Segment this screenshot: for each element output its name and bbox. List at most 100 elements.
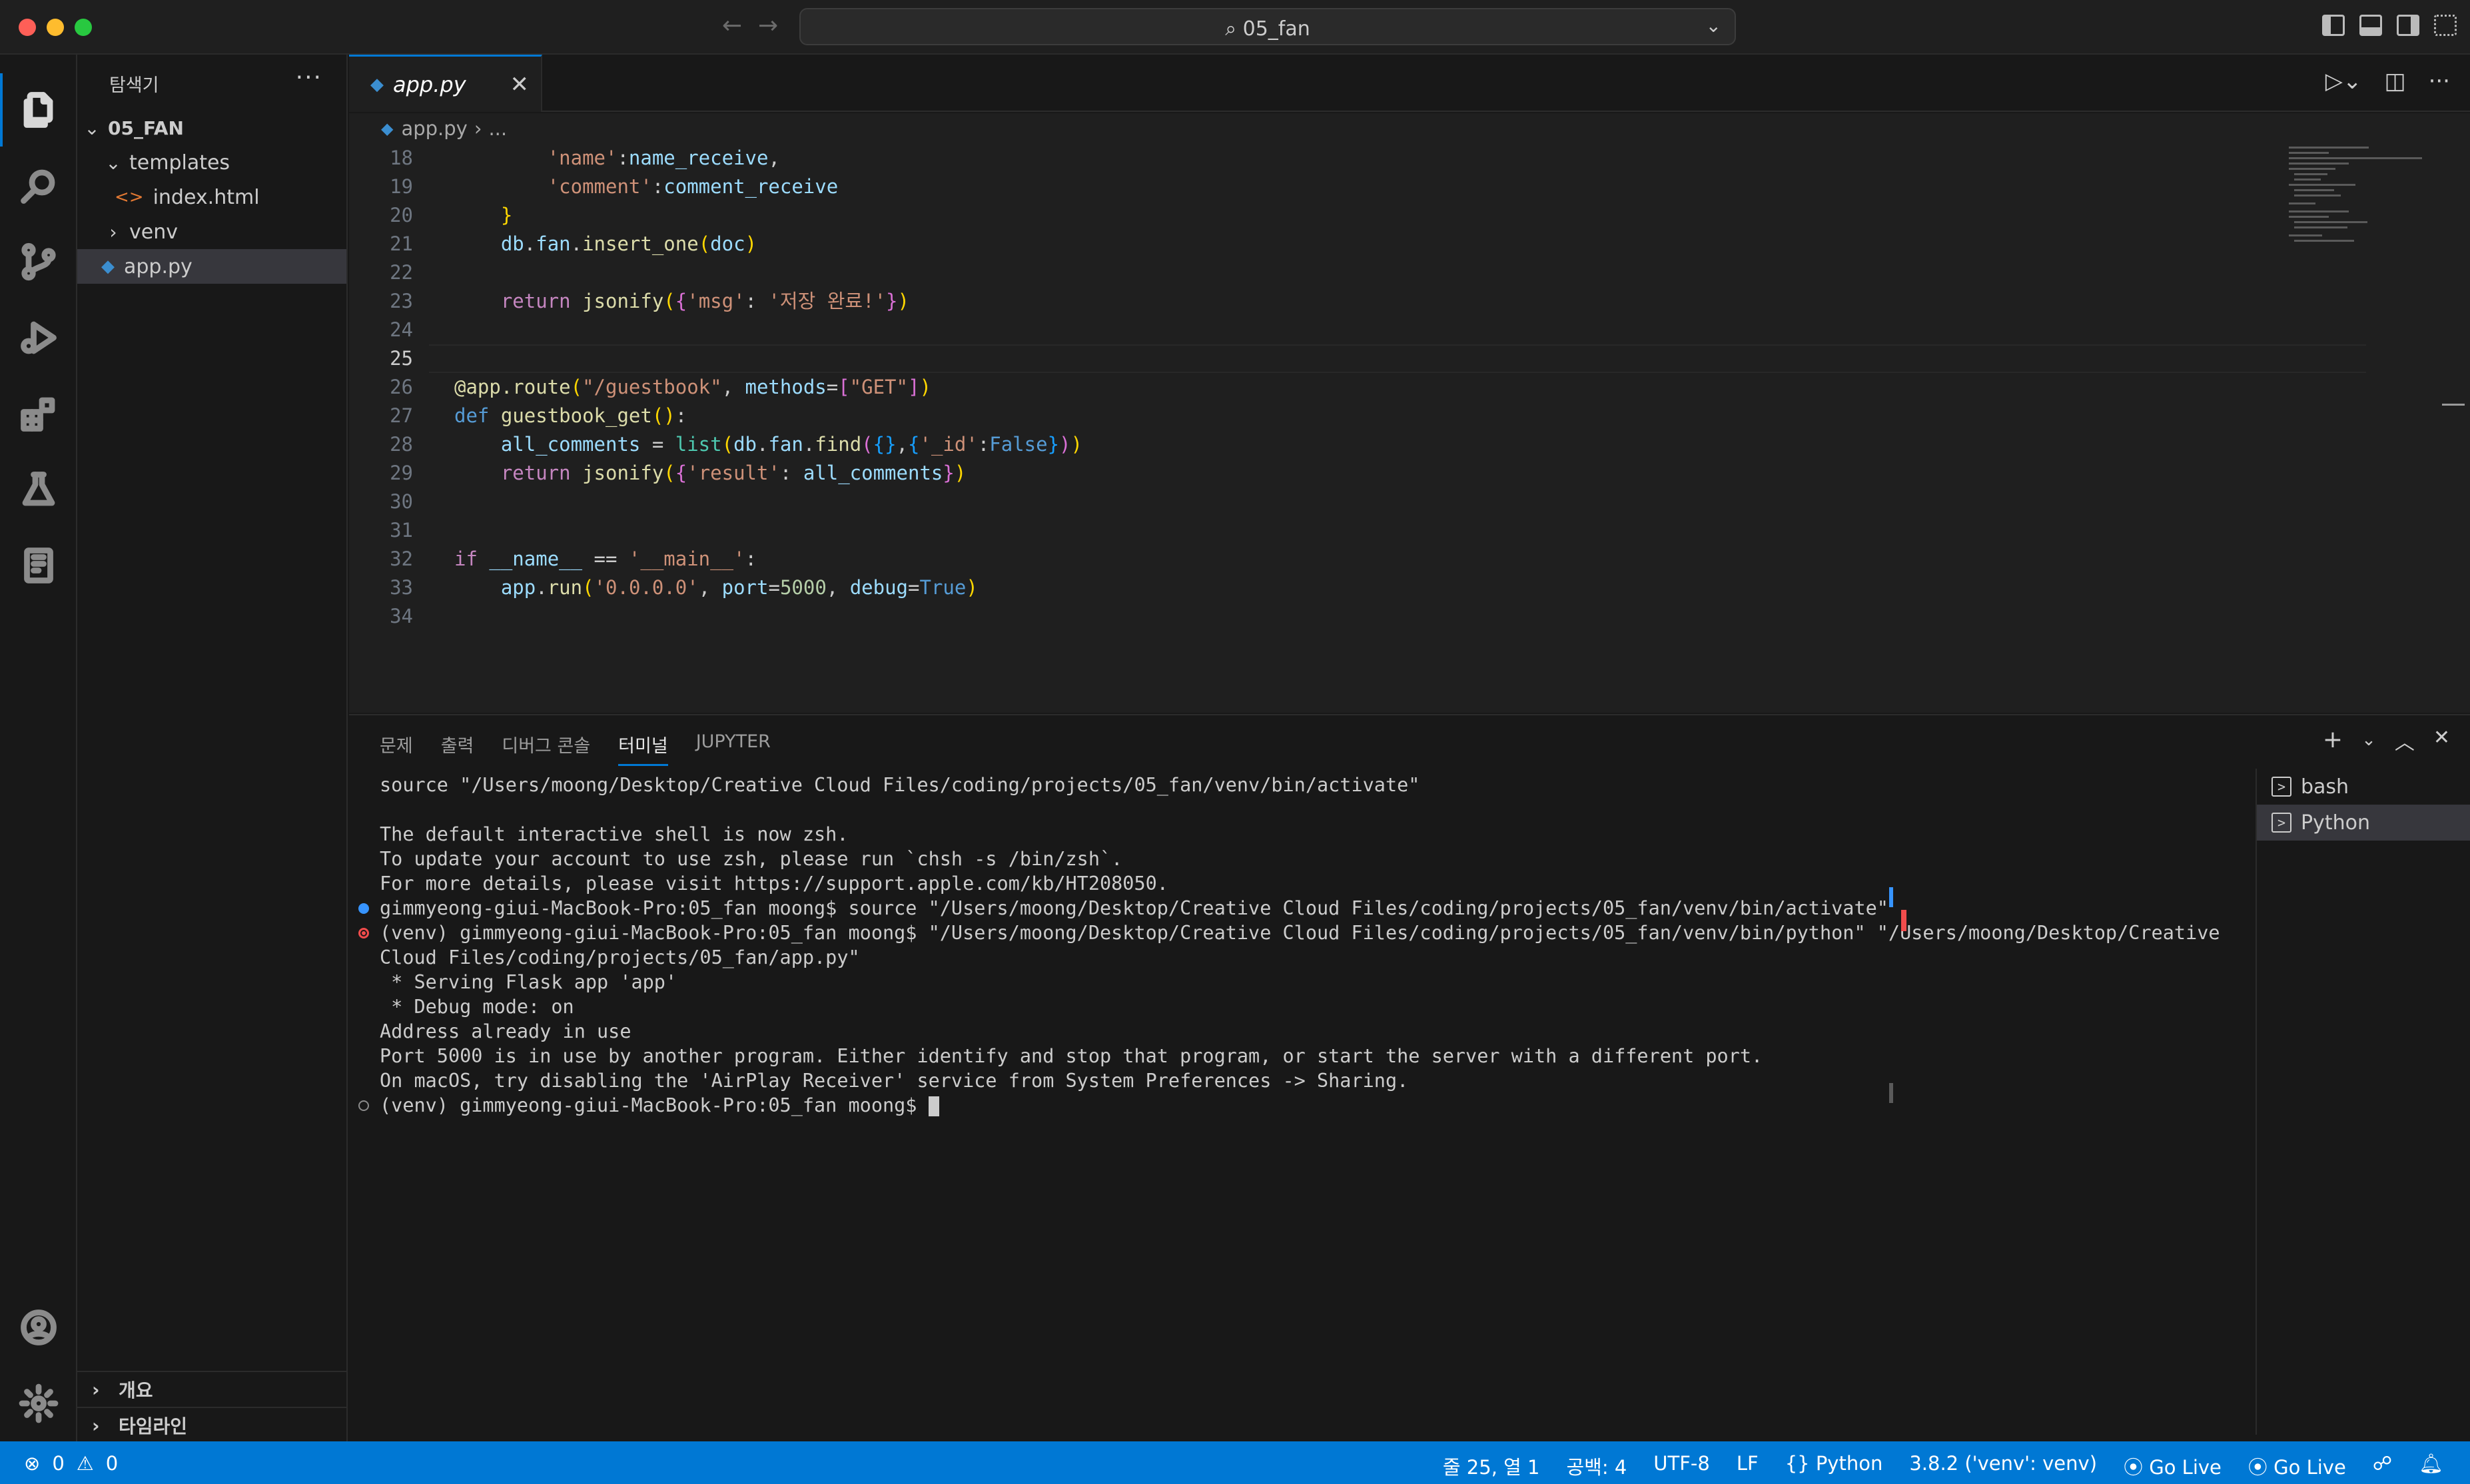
minimize-window-button[interactable] [47, 19, 64, 36]
toggle-panel-icon[interactable] [2359, 15, 2382, 36]
accounts-icon[interactable] [0, 1291, 77, 1364]
tab-jupyter[interactable]: JUPYTER [696, 731, 771, 766]
gear-icon[interactable] [0, 1367, 77, 1440]
extensions-icon[interactable] [0, 377, 77, 450]
terminal-line: gimmyeong-giui-MacBook-Pro:05_fan moong$… [380, 897, 1888, 919]
code-line[interactable]: 34 [349, 602, 2470, 631]
close-window-button[interactable] [19, 19, 36, 36]
code-line[interactable]: 30 [349, 488, 2470, 516]
go-live-button-1[interactable]: ⦿ Go Live [2124, 1452, 2222, 1480]
tree-root[interactable]: ⌄ 05_FAN [77, 111, 346, 145]
encoding[interactable]: UTF-8 [1653, 1452, 1710, 1480]
run-icon[interactable]: ▷⌄ [2325, 68, 2362, 95]
explorer-icon[interactable] [0, 73, 77, 147]
tab-problems[interactable]: 문제 [380, 731, 413, 766]
bottom-panel: 문제 출력 디버그 콘솔 터미널 JUPYTER + ⌄ ︿ ✕ source … [349, 714, 2470, 1441]
split-editor-icon[interactable]: ◫ [2384, 68, 2405, 95]
chevron-right-icon: › [92, 1414, 100, 1437]
terminal-item-python[interactable]: > Python [2257, 805, 2470, 841]
more-actions-icon[interactable]: ··· [296, 64, 322, 91]
code-line[interactable]: 22 [349, 258, 2470, 287]
forward-arrow-icon[interactable]: → [758, 12, 778, 40]
warning-icon: ⚠ [76, 1452, 94, 1475]
tree-item-app-py[interactable]: ◆ app.py [77, 249, 346, 284]
tab-app-py[interactable]: ◆ app.py ✕ [349, 55, 542, 112]
python-interpreter[interactable]: 3.8.2 ('venv': venv) [1909, 1452, 2097, 1480]
code-text: app.run('0.0.0.0', port=5000, debug=True… [500, 576, 978, 599]
scrollbar-thumb[interactable] [1889, 1083, 1893, 1103]
code-line[interactable]: 28 all_comments = list(db.fan.find({},{'… [349, 430, 2470, 459]
tab-output[interactable]: 출력 [441, 731, 474, 766]
remote-explorer-icon[interactable] [0, 529, 77, 602]
feedback-icon[interactable]: ☍ [2373, 1452, 2392, 1480]
code-line[interactable]: 19 'comment':comment_receive [349, 173, 2470, 201]
command-center[interactable]: ⌕ 05_fan ⌄ [799, 8, 1736, 45]
tree-item-index-html[interactable]: <> index.html [77, 180, 346, 214]
warning-count: 0 [105, 1452, 119, 1475]
new-terminal-icon[interactable]: + [2323, 726, 2343, 755]
tree-item-venv[interactable]: › venv [77, 214, 346, 249]
minimap[interactable] [2285, 144, 2445, 250]
code-line[interactable]: 25 [349, 344, 2470, 373]
run-debug-icon[interactable] [0, 301, 77, 374]
close-icon[interactable]: ✕ [510, 71, 530, 98]
command-success-icon[interactable] [358, 903, 369, 914]
bell-icon[interactable]: 🔔︎ [2419, 1452, 2443, 1480]
code-text: @app.route("/guestbook", methods=["GET"]… [454, 376, 931, 398]
terminal-list: > bash > Python [2256, 769, 2470, 1435]
panel-actions: + ⌄ ︿ ✕ [2323, 726, 2450, 755]
cursor-position[interactable]: 줄 25, 열 1 [1443, 1452, 1540, 1480]
line-number: 28 [390, 433, 413, 456]
breadcrumb-item[interactable]: ... [488, 117, 507, 140]
scrollbar-error-marker [1901, 910, 1906, 931]
code-line[interactable]: 21 db.fan.insert_one(doc) [349, 230, 2470, 258]
tree-item-label: venv [129, 220, 178, 244]
timeline-section[interactable]: › 타임라인 [77, 1407, 346, 1443]
maximize-panel-icon[interactable]: ︿ [2395, 726, 2415, 755]
terminal[interactable]: source "/Users/moong/Desktop/Creative Cl… [349, 773, 2256, 1432]
close-panel-icon[interactable]: ✕ [2433, 726, 2450, 755]
code-line[interactable]: 31 [349, 516, 2470, 545]
more-actions-icon[interactable]: ··· [2429, 68, 2450, 95]
broadcast-icon: ⦿ [2124, 1456, 2144, 1479]
code-line[interactable]: 32 if __name__ == '__main__': [349, 545, 2470, 573]
code-line[interactable]: 27 def guestbook_get(): [349, 402, 2470, 430]
toggle-primary-sidebar-icon[interactable] [2322, 15, 2345, 36]
line-number: 20 [390, 204, 413, 226]
zoom-window-button[interactable] [75, 19, 92, 36]
code-line[interactable]: 20 } [349, 201, 2470, 230]
code-line[interactable]: 33 app.run('0.0.0.0', port=5000, debug=T… [349, 573, 2470, 602]
problems-indicator[interactable]: ⊗ 0 ⚠ 0 [24, 1452, 118, 1475]
code-line[interactable]: 23 return jsonify({'msg': '저장 완료!'}) [349, 287, 2470, 316]
panel-tabs: 문제 출력 디버그 콘솔 터미널 JUPYTER [380, 731, 771, 766]
outline-section[interactable]: › 개요 [77, 1371, 346, 1407]
code-line[interactable]: 18 'name':name_receive, [349, 144, 2470, 173]
python-file-icon: ◆ [101, 256, 115, 276]
terminal-item-bash[interactable]: > bash [2257, 769, 2470, 805]
end-of-line[interactable]: LF [1737, 1452, 1759, 1480]
back-arrow-icon[interactable]: ← [722, 12, 742, 40]
chevron-down-icon[interactable]: ⌄ [1706, 15, 1721, 37]
tab-debug-console[interactable]: 디버그 콘솔 [502, 731, 590, 766]
terminal-item-label: Python [2301, 811, 2370, 835]
html-file-icon: <> [115, 187, 144, 207]
indentation[interactable]: 공백: 4 [1566, 1452, 1627, 1480]
code-line[interactable]: 26 @app.route("/guestbook", methods=["GET… [349, 373, 2470, 402]
breadcrumb-item[interactable]: app.py [401, 117, 467, 140]
language-mode[interactable]: {} Python [1785, 1452, 1883, 1480]
editor-actions: ▷⌄ ◫ ··· [2325, 68, 2450, 95]
customize-layout-icon[interactable] [2434, 15, 2457, 36]
tab-terminal[interactable]: 터미널 [618, 731, 668, 766]
go-live-button-2[interactable]: ⦿ Go Live [2248, 1452, 2346, 1480]
toggle-secondary-sidebar-icon[interactable] [2397, 15, 2419, 36]
code-text: } [500, 204, 513, 226]
testing-icon[interactable] [0, 453, 77, 526]
source-control-icon[interactable] [0, 225, 77, 298]
tree-item-templates[interactable]: ⌄ templates [77, 145, 346, 180]
command-error-icon[interactable] [358, 928, 369, 938]
search-icon[interactable] [0, 149, 77, 222]
code-line[interactable]: 29 return jsonify({'result': all_comment… [349, 459, 2470, 488]
code-editor[interactable]: 18 'name':name_receive, 19 'comment':com… [349, 144, 2470, 713]
chevron-down-icon[interactable]: ⌄ [2361, 730, 2376, 755]
code-line[interactable]: 24 [349, 316, 2470, 344]
